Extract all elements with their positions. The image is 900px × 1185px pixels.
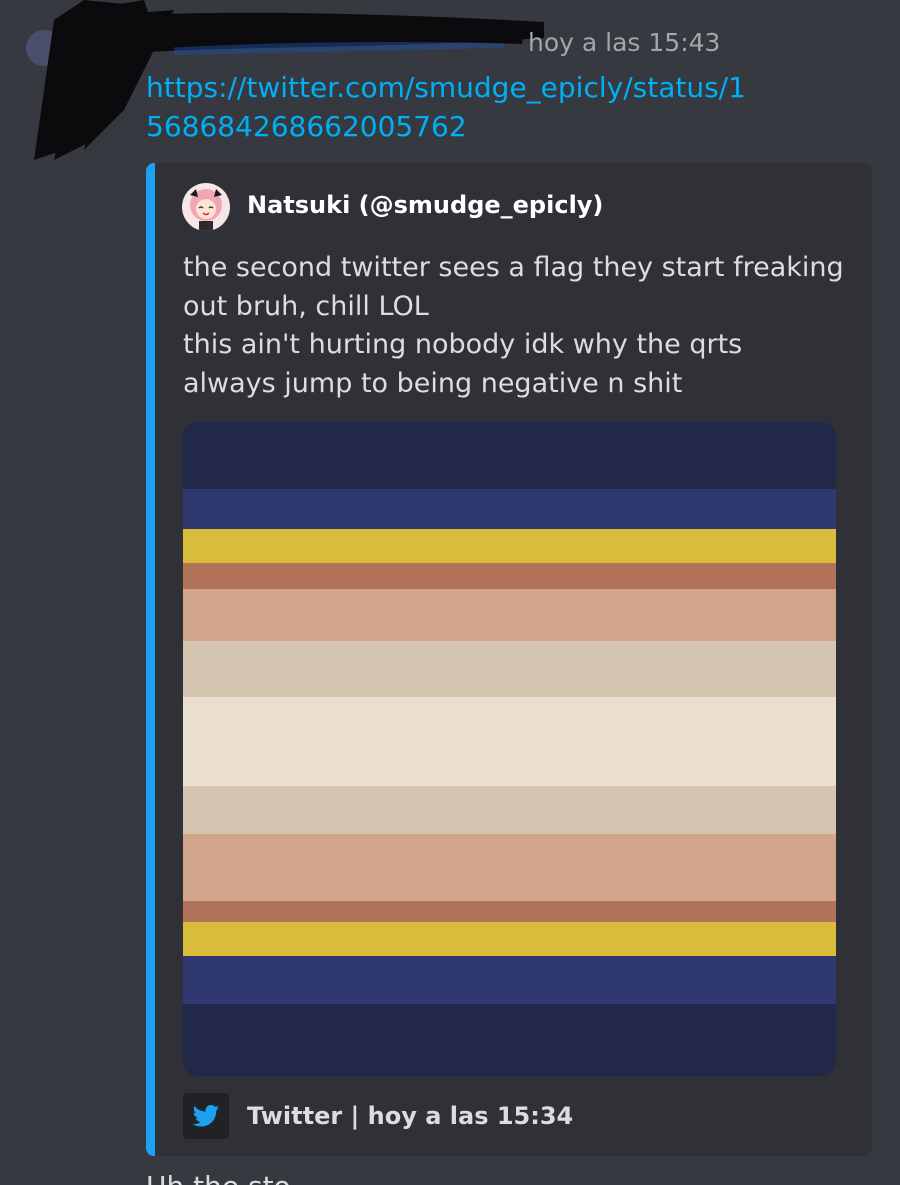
flag-stripe [183, 489, 836, 529]
twitter-embed: Natsuki (@smudge_epicly) the second twit… [146, 163, 872, 1156]
tweet-text: the second twitter sees a flag they star… [183, 249, 853, 403]
flag-stripe [183, 697, 836, 786]
flag-stripe [183, 641, 836, 697]
tweet-image-flag[interactable] [183, 422, 836, 1076]
flag-stripe [183, 786, 836, 834]
message-timestamp: hoy a las 15:43 [528, 28, 721, 57]
anime-avatar-icon [182, 183, 230, 231]
flag-stripe [183, 589, 836, 641]
tweet-text-line: the second twitter sees a flag they star… [183, 252, 844, 283]
flag-stripe [183, 422, 836, 489]
flag-stripe [183, 563, 836, 589]
tweet-text-line: out bruh, chill LOL [183, 290, 429, 322]
flag-stripe [183, 529, 836, 563]
tweet-link[interactable]: https://twitter.com/smudge_epicly/status… [146, 68, 746, 146]
flag-stripe [183, 1004, 836, 1076]
discord-chat-view: hoy a las 15:43 https://twitter.com/smud… [0, 0, 900, 1185]
flag-stripe [183, 922, 836, 956]
tweet-link-text[interactable]: https://twitter.com/smudge_epicly/status… [146, 71, 746, 143]
next-message-partial: Uh the sto... [146, 1170, 317, 1185]
embed-accent-bar [146, 163, 155, 1156]
author-avatar[interactable] [182, 183, 230, 231]
embed-footer: Twitter | hoy a las 15:34 [247, 1102, 574, 1130]
flag-stripe [183, 956, 836, 1004]
tweet-text-line: always jump to being negative n shit [183, 367, 683, 399]
tweet-text-line: this ain't hurting nobody idk why the qr… [183, 329, 743, 360]
twitter-bird-icon [183, 1093, 229, 1139]
embed-author-name[interactable]: Natsuki (@smudge_epicly) [247, 191, 603, 219]
flag-stripe [183, 834, 836, 901]
flag-stripe [183, 901, 836, 922]
